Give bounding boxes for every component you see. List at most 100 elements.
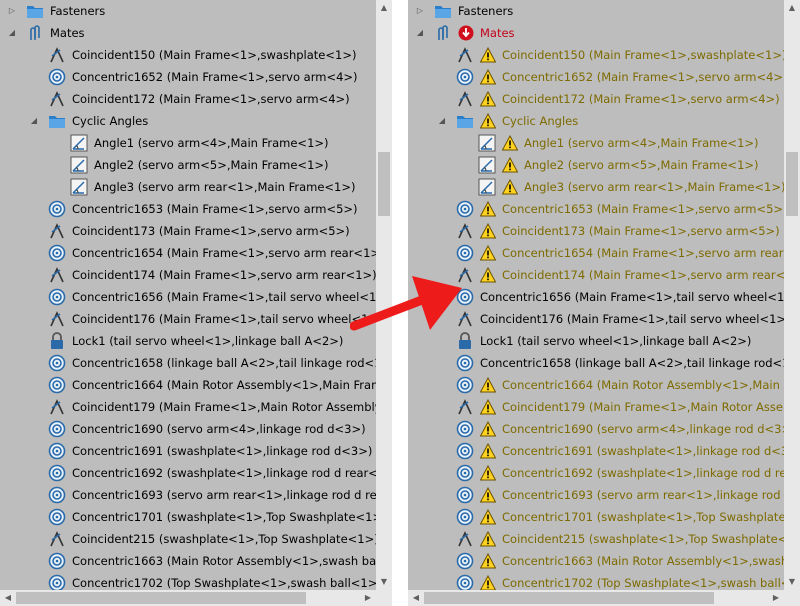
tree-item[interactable]: Lock1 (tail servo wheel<1>,linkage ball …: [408, 330, 784, 352]
tree-item[interactable]: Concentric1693 (servo arm rear<1>,linkag…: [0, 484, 376, 506]
tree-item[interactable]: Coincident176 (Main Frame<1>,tail servo …: [0, 308, 376, 330]
tree-item[interactable]: Concentric1653 (Main Frame<1>,servo arm<…: [408, 198, 784, 220]
tree-item[interactable]: Angle1 (servo arm<4>,Main Frame<1>): [0, 132, 376, 154]
scrollbar-thumb[interactable]: [424, 592, 714, 604]
tree-item[interactable]: ◢ Cyclic Angles: [408, 110, 784, 132]
tree-item-label: Coincident215 (swashplate<1>,Top Swashpl…: [72, 532, 376, 546]
tree-item-label: Concentric1691 (swashplate<1>,linkage ro…: [72, 444, 373, 458]
tree-item[interactable]: Concentric1692 (swashplate<1>,linkage ro…: [408, 462, 784, 484]
collapse-arrow-icon[interactable]: ◢: [28, 110, 40, 132]
tree-item[interactable]: Concentric1656 (Main Frame<1>,tail servo…: [0, 286, 376, 308]
scrollbar-thumb[interactable]: [378, 152, 390, 216]
tree-item[interactable]: Concentric1690 (servo arm<4>,linkage rod…: [0, 418, 376, 440]
expand-arrow-icon[interactable]: ▷: [6, 0, 18, 22]
tree-item[interactable]: Concentric1663 (Main Rotor Assembly<1>,s…: [0, 550, 376, 572]
tree-item-label: Concentric1653 (Main Frame<1>,servo arm<…: [502, 202, 784, 216]
tree-item[interactable]: Concentric1664 (Main Rotor Assembly<1>,M…: [0, 374, 376, 396]
error-icon: [458, 25, 474, 41]
tree-item[interactable]: ◢ Mates: [0, 22, 376, 44]
horizontal-scrollbar[interactable]: ◀ ▶: [408, 590, 784, 606]
concentric-mate-icon: [456, 288, 474, 306]
tree-item[interactable]: Concentric1702 (Top Swashplate<1>,swash …: [408, 572, 784, 590]
tree-item[interactable]: Concentric1653 (Main Frame<1>,servo arm<…: [0, 198, 376, 220]
tree-item-label: Concentric1652 (Main Frame<1>,servo arm<…: [72, 70, 358, 84]
tree-item[interactable]: Angle1 (servo arm<4>,Main Frame<1>): [408, 132, 784, 154]
vertical-scrollbar[interactable]: ▲ ▼: [784, 0, 800, 590]
left-feature-tree-panel: ▷ Fasteners ◢ Mates Coincident150 (Main Fram…: [0, 0, 392, 606]
tree-item[interactable]: Concentric1691 (swashplate<1>,linkage ro…: [0, 440, 376, 462]
vertical-scrollbar[interactable]: ▲ ▼: [376, 0, 392, 590]
tree-item[interactable]: Angle2 (servo arm<5>,Main Frame<1>): [0, 154, 376, 176]
tree-item[interactable]: Concentric1702 (Top Swashplate<1>,swash …: [0, 572, 376, 590]
tree-item[interactable]: Concentric1691 (swashplate<1>,linkage ro…: [408, 440, 784, 462]
tree-item[interactable]: Concentric1658 (linkage ball A<2>,tail l…: [0, 352, 376, 374]
tree-item[interactable]: ◢ Mates: [408, 22, 784, 44]
tree-item[interactable]: Coincident150 (Main Frame<1>,swashplate<…: [0, 44, 376, 66]
tree-item[interactable]: Concentric1701 (swashplate<1>,Top Swashp…: [0, 506, 376, 528]
tree-item[interactable]: Coincident176 (Main Frame<1>,tail servo …: [408, 308, 784, 330]
concentric-mate-icon: [48, 442, 66, 460]
coincident-mate-icon: [456, 310, 474, 328]
tree-item-label: Coincident176 (Main Frame<1>,tail servo …: [72, 312, 376, 326]
collapse-arrow-icon[interactable]: ◢: [436, 110, 448, 132]
lock-mate-icon: [456, 332, 474, 350]
scroll-left-icon[interactable]: ◀: [408, 590, 424, 606]
tree-item[interactable]: Concentric1654 (Main Frame<1>,servo arm …: [0, 242, 376, 264]
tree-item-label: Coincident150 (Main Frame<1>,swashplate<…: [502, 48, 784, 62]
collapse-arrow-icon[interactable]: ◢: [414, 22, 426, 44]
scroll-down-icon[interactable]: ▼: [376, 574, 392, 590]
tree-item-label: Concentric1693 (servo arm rear<1>,linkag…: [72, 488, 376, 502]
scrollbar-thumb[interactable]: [786, 152, 798, 216]
scrollbar-corner: [376, 590, 392, 606]
tree-item[interactable]: Coincident179 (Main Frame<1>,Main Rotor …: [0, 396, 376, 418]
tree-item[interactable]: Concentric1652 (Main Frame<1>,servo arm<…: [408, 66, 784, 88]
collapse-arrow-icon[interactable]: ◢: [6, 22, 18, 44]
angle-mate-icon: [70, 178, 88, 196]
tree-item[interactable]: Concentric1652 (Main Frame<1>,servo arm<…: [0, 66, 376, 88]
tree-item[interactable]: Coincident179 (Main Frame<1>,Main Rotor …: [408, 396, 784, 418]
tree-item[interactable]: Coincident172 (Main Frame<1>,servo arm<4…: [408, 88, 784, 110]
scroll-up-icon[interactable]: ▲: [376, 0, 392, 16]
tree-item[interactable]: ◢ Cyclic Angles: [0, 110, 376, 132]
tree-item[interactable]: Lock1 (tail servo wheel<1>,linkage ball …: [0, 330, 376, 352]
scroll-up-icon[interactable]: ▲: [784, 0, 800, 16]
tree-item[interactable]: Angle2 (servo arm<5>,Main Frame<1>): [408, 154, 784, 176]
horizontal-scrollbar[interactable]: ◀ ▶: [0, 590, 376, 606]
tree-item[interactable]: ▷ Fasteners: [408, 0, 784, 22]
right-feature-tree-panel: ▷ Fasteners ◢ Mates Coincident150 (Main Fram…: [408, 0, 800, 606]
tree-item[interactable]: Coincident174 (Main Frame<1>,servo arm r…: [408, 264, 784, 286]
concentric-mate-icon: [456, 464, 474, 482]
tree-item[interactable]: Concentric1690 (servo arm<4>,linkage rod…: [408, 418, 784, 440]
concentric-mate-icon: [48, 288, 66, 306]
tree-item[interactable]: Angle3 (servo arm rear<1>,Main Frame<1>): [0, 176, 376, 198]
scroll-left-icon[interactable]: ◀: [0, 590, 16, 606]
tree-item[interactable]: Coincident172 (Main Frame<1>,servo arm<4…: [0, 88, 376, 110]
tree-item[interactable]: Coincident215 (swashplate<1>,Top Swashpl…: [0, 528, 376, 550]
feature-tree: ▷ Fasteners ◢ Mates Coincident150 (Main Fram…: [408, 0, 784, 590]
tree-item[interactable]: Coincident174 (Main Frame<1>,servo arm r…: [0, 264, 376, 286]
scroll-down-icon[interactable]: ▼: [784, 574, 800, 590]
scroll-right-icon[interactable]: ▶: [768, 590, 784, 606]
warning-icon: [479, 530, 497, 547]
tree-item[interactable]: ▷ Fasteners: [0, 0, 376, 22]
scrollbar-corner: [784, 590, 800, 606]
tree-item[interactable]: Concentric1693 (servo arm rear<1>,linkag…: [408, 484, 784, 506]
tree-item[interactable]: Concentric1663 (Main Rotor Assembly<1>,s…: [408, 550, 784, 572]
tree-item[interactable]: Concentric1664 (Main Rotor Assembly<1>,M…: [408, 374, 784, 396]
coincident-mate-icon: [456, 222, 474, 240]
tree-item[interactable]: Concentric1658 (linkage ball A<2>,tail l…: [408, 352, 784, 374]
tree-item[interactable]: Coincident173 (Main Frame<1>,servo arm<5…: [0, 220, 376, 242]
warning-icon: [501, 178, 519, 195]
tree-item[interactable]: Concentric1701 (swashplate<1>,Top Swashp…: [408, 506, 784, 528]
scrollbar-thumb[interactable]: [16, 592, 306, 604]
tree-item[interactable]: Coincident173 (Main Frame<1>,servo arm<5…: [408, 220, 784, 242]
tree-item-label: Lock1 (tail servo wheel<1>,linkage ball …: [72, 334, 344, 348]
scroll-right-icon[interactable]: ▶: [360, 590, 376, 606]
tree-item[interactable]: Concentric1656 (Main Frame<1>,tail servo…: [408, 286, 784, 308]
expand-arrow-icon[interactable]: ▷: [414, 0, 426, 22]
tree-item[interactable]: Concentric1692 (swashplate<1>,linkage ro…: [0, 462, 376, 484]
tree-item[interactable]: Coincident150 (Main Frame<1>,swashplate<…: [408, 44, 784, 66]
tree-item[interactable]: Concentric1654 (Main Frame<1>,servo arm …: [408, 242, 784, 264]
tree-item[interactable]: Coincident215 (swashplate<1>,Top Swashpl…: [408, 528, 784, 550]
tree-item[interactable]: Angle3 (servo arm rear<1>,Main Frame<1>): [408, 176, 784, 198]
